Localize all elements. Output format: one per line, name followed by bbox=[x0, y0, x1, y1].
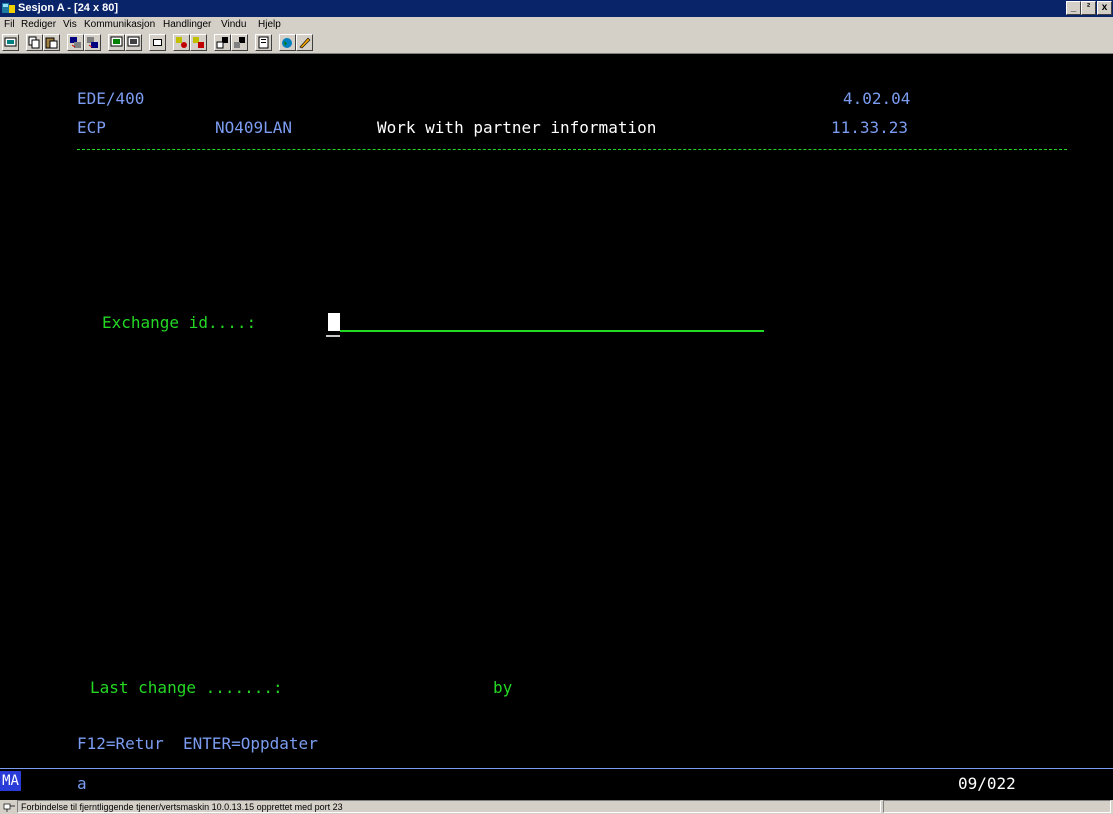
menu-vindu[interactable]: Vindu bbox=[221, 19, 246, 31]
menu-vis[interactable]: Vis bbox=[63, 19, 77, 31]
message-indicator: MA bbox=[0, 771, 21, 791]
send-icon[interactable] bbox=[67, 34, 84, 51]
status-message: Forbindelse til fjerntliggende tjener/ve… bbox=[21, 802, 343, 812]
window-title: Sesjon A - [24 x 80] bbox=[18, 2, 119, 14]
exchange-id-label: Exchange id....: bbox=[102, 313, 257, 332]
menu-hjelp[interactable]: Hjelp bbox=[258, 19, 281, 31]
menu-bar: Fil Rediger Vis Kommunikasjon Handlinger… bbox=[0, 17, 1113, 32]
receive-icon[interactable] bbox=[84, 34, 101, 51]
app-icon bbox=[2, 3, 15, 13]
copy-icon[interactable] bbox=[26, 34, 43, 51]
user-name: NO409LAN bbox=[215, 118, 293, 137]
last-change-label: Last change .......: bbox=[90, 678, 283, 697]
module-name: ECP bbox=[77, 118, 106, 137]
print-screen-icon[interactable] bbox=[2, 34, 19, 51]
exchange-id-input[interactable] bbox=[340, 330, 764, 332]
cursor-underline bbox=[326, 335, 340, 337]
close-button[interactable]: x bbox=[1097, 1, 1112, 15]
page-title: Work with partner information bbox=[377, 118, 657, 137]
menu-fil[interactable]: Fil bbox=[4, 19, 15, 31]
clipboard-icon[interactable] bbox=[255, 34, 272, 51]
cursor-position: 09/022 bbox=[958, 774, 1016, 793]
text-cursor bbox=[328, 313, 340, 331]
transfer-icon[interactable] bbox=[214, 34, 231, 51]
terminal-screen[interactable]: EDE/400 4.02.04 ECP NO409LAN Work with p… bbox=[0, 54, 1113, 768]
version-label: 4.02.04 bbox=[843, 89, 911, 108]
edit-icon[interactable] bbox=[296, 34, 313, 51]
record-icon[interactable] bbox=[173, 34, 190, 51]
minimize-button[interactable]: _ bbox=[1066, 1, 1081, 15]
maximize-button[interactable]: ² bbox=[1081, 1, 1096, 15]
operator-info-area: MA a 09/022 bbox=[0, 768, 1113, 800]
menu-handlinger[interactable]: Handlinger bbox=[163, 19, 211, 31]
display-icon[interactable] bbox=[108, 34, 125, 51]
function-keys[interactable]: F12=Retur ENTER=Oppdater bbox=[77, 734, 318, 754]
globe-icon[interactable] bbox=[279, 34, 296, 51]
system-name: EDE/400 bbox=[77, 89, 145, 108]
header-divider bbox=[77, 149, 1067, 150]
keyboard-icon[interactable] bbox=[125, 34, 142, 51]
status-message-pane: Forbindelse til fjerntliggende tjener/ve… bbox=[17, 800, 881, 813]
connection-icon bbox=[3, 803, 15, 812]
macro-icon[interactable] bbox=[149, 34, 166, 51]
play-icon[interactable] bbox=[190, 34, 207, 51]
input-mode-indicator: a bbox=[77, 774, 87, 793]
clock-time: 11.33.23 bbox=[831, 118, 909, 137]
status-bar: Forbindelse til fjerntliggende tjener/ve… bbox=[0, 800, 1113, 814]
status-secondary-pane bbox=[883, 800, 1111, 813]
toolbar bbox=[0, 32, 1113, 54]
menu-kommunikasjon[interactable]: Kommunikasjon bbox=[84, 19, 155, 31]
changed-by-label: by bbox=[493, 678, 513, 697]
download-icon[interactable] bbox=[231, 34, 248, 51]
paste-icon[interactable] bbox=[43, 34, 60, 51]
menu-rediger[interactable]: Rediger bbox=[21, 19, 56, 31]
title-bar: Sesjon A - [24 x 80] _ ² x bbox=[0, 0, 1113, 17]
